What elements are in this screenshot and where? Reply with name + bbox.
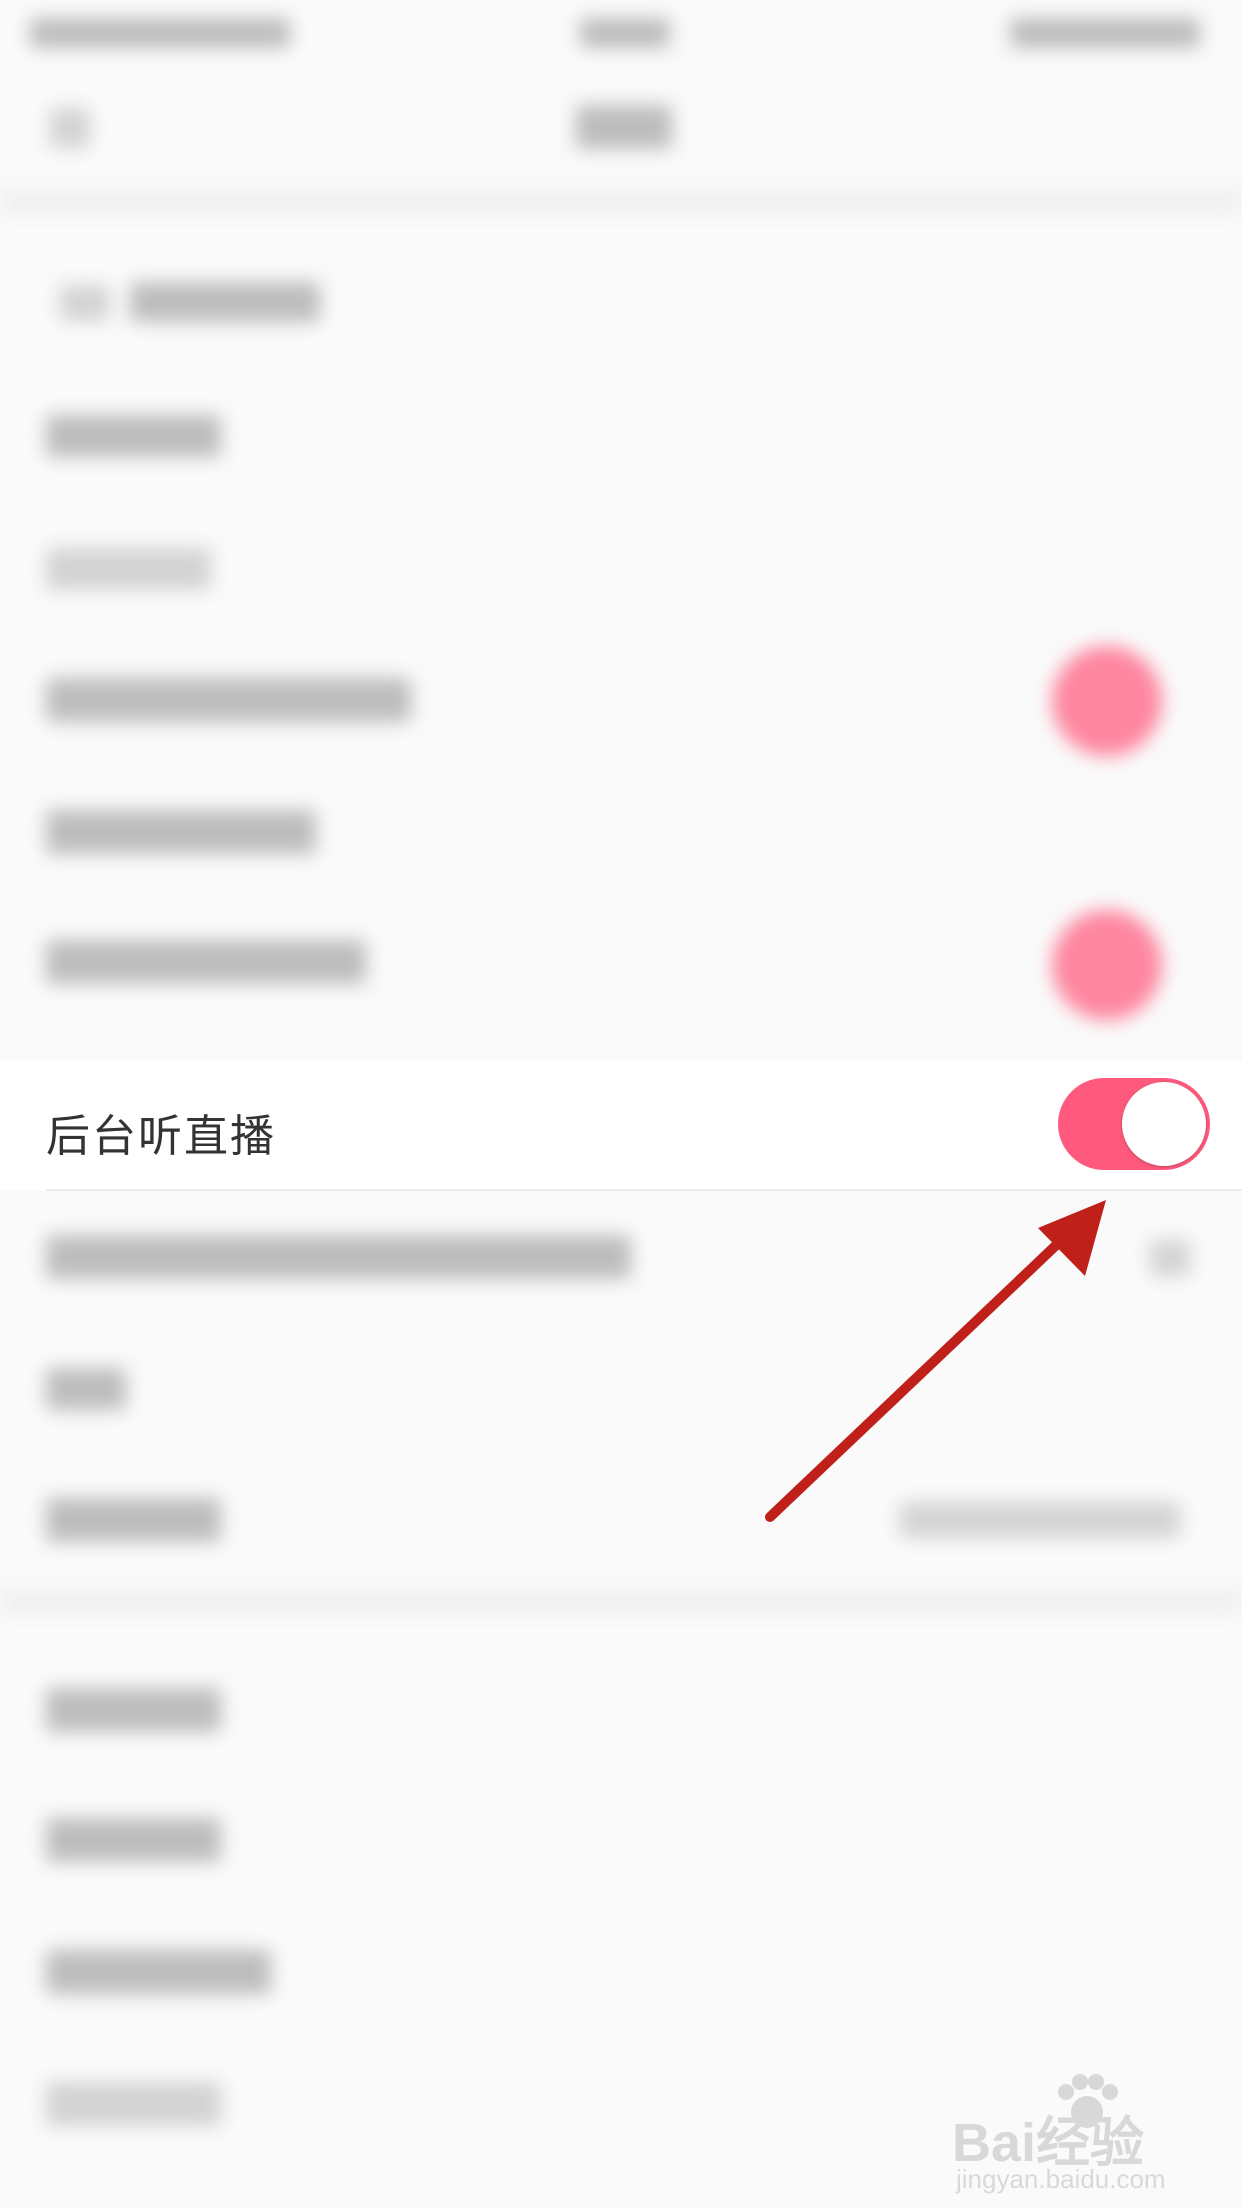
toggle-blurred[interactable] [1052, 646, 1162, 756]
row-label [46, 1235, 631, 1279]
status-bar-left [30, 18, 290, 48]
back-icon[interactable] [50, 108, 90, 148]
toggle-knob [1122, 1082, 1206, 1166]
row-label [46, 548, 211, 590]
status-bar-center [580, 18, 670, 48]
baidu-watermark: Bai经验 jingyan.baidu.com [952, 2070, 1222, 2194]
row-label [46, 1688, 221, 1732]
row-label [46, 1950, 271, 1994]
background-live-toggle[interactable] [1058, 1078, 1210, 1170]
row-chevron [1150, 1240, 1190, 1276]
row-icon [60, 285, 110, 321]
row-label [46, 810, 316, 854]
background-live-listen-row[interactable]: 后台听直播 [0, 1060, 1242, 1190]
row-label [130, 282, 320, 322]
row-value [900, 1502, 1180, 1538]
watermark-url: jingyan.baidu.com [956, 2164, 1166, 2194]
row-label [46, 415, 221, 457]
status-bar-right [1010, 18, 1200, 48]
row-label [46, 1368, 126, 1410]
row-label [46, 940, 366, 984]
row-label [46, 1818, 221, 1862]
page-title [576, 105, 672, 149]
header-separator [0, 190, 1242, 214]
toggle-blurred[interactable] [1052, 910, 1162, 1020]
row-label [46, 2082, 221, 2126]
row-label [46, 678, 411, 722]
section-separator [0, 1590, 1242, 1614]
row-label [46, 1498, 221, 1542]
row-divider [46, 1189, 1242, 1191]
setting-label: 后台听直播 [46, 1111, 276, 1162]
